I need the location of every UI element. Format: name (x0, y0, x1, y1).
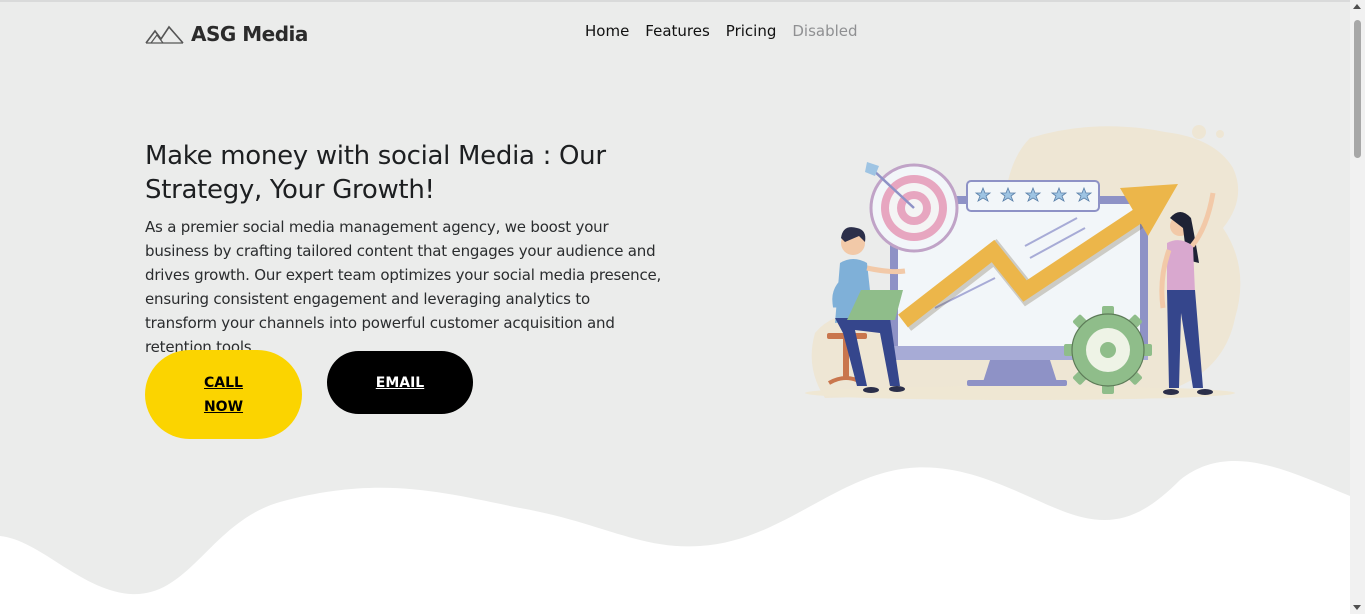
rating-stars (966, 180, 1100, 212)
brand-logo-link[interactable]: ASG Media (145, 18, 308, 50)
main-nav: Home Features Pricing Disabled (577, 20, 866, 42)
call-now-label: CALL NOW (203, 374, 244, 415)
call-now-button[interactable]: CALL NOW (145, 350, 302, 439)
growth-chart-illustration (805, 125, 1241, 400)
email-button[interactable]: EMAIL (327, 351, 473, 414)
nav-features[interactable]: Features (637, 20, 718, 42)
top-border (0, 0, 1365, 2)
nav-pricing[interactable]: Pricing (718, 20, 785, 42)
hero-wave-divider (0, 461, 1350, 614)
email-label: EMAIL (375, 374, 425, 391)
gear-icon (1064, 306, 1152, 394)
hero-headline: Make money with social Media : Our Strat… (145, 141, 606, 205)
scroll-up-arrow-icon[interactable] (1353, 4, 1361, 9)
page-scrollbar[interactable] (1350, 0, 1365, 614)
target-icon (865, 162, 959, 253)
nav-home[interactable]: Home (577, 20, 637, 42)
scrollbar-thumb[interactable] (1354, 20, 1361, 158)
nav-disabled: Disabled (792, 22, 858, 40)
brand-name: ASG Media (191, 22, 308, 46)
scroll-down-arrow-icon[interactable] (1353, 605, 1361, 610)
mountains-logo-icon (145, 25, 184, 44)
hero-description: As a premier social media management age… (145, 218, 662, 356)
